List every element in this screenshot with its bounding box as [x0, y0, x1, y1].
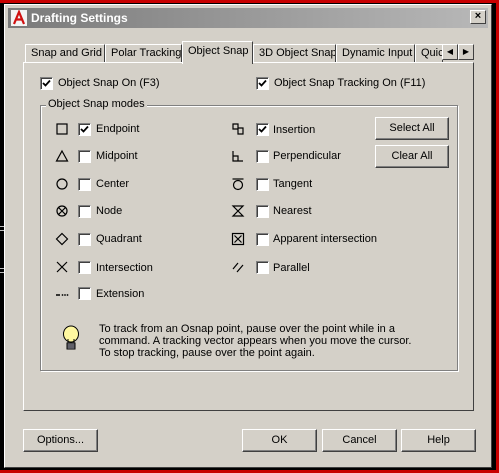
select-all-label: Select All — [389, 122, 435, 134]
center-checkbox[interactable] — [78, 178, 91, 191]
insertion-checkbox[interactable] — [256, 123, 269, 136]
extension-label: Extension — [96, 288, 145, 300]
tab-label: Quic — [421, 47, 443, 59]
nearest-checkbox[interactable] — [256, 205, 269, 218]
tab-3d-object-snap[interactable]: 3D Object Snap — [253, 44, 336, 62]
cancel-button[interactable]: Cancel — [322, 429, 397, 452]
ok-label: OK — [271, 434, 288, 446]
select-all-button[interactable]: Select All — [375, 117, 449, 140]
parallel-label: Parallel — [273, 262, 310, 274]
object-snap-tracking-on-checkbox[interactable] — [256, 77, 269, 90]
endpoint-square-icon — [56, 123, 68, 135]
help-label: Help — [427, 434, 450, 446]
tip-line: To track from an Osnap point, pause over… — [99, 323, 395, 335]
endpoint-checkbox[interactable] — [78, 123, 91, 136]
perpendicular-icon — [232, 151, 243, 162]
midpoint-checkbox[interactable] — [78, 150, 91, 163]
tab-label: Dynamic Input — [342, 47, 413, 59]
close-icon: × — [474, 10, 482, 22]
nearest-hourglass-icon — [231, 205, 245, 217]
object-snap-modes-legend: Object Snap modes — [46, 98, 147, 110]
window-frame-red-top — [0, 0, 499, 3]
options-label: Options... — [36, 434, 85, 446]
endpoint-label: Endpoint — [96, 123, 140, 135]
parallel-checkbox[interactable] — [256, 261, 269, 274]
cancel-label: Cancel — [342, 434, 377, 446]
center-label: Center — [96, 178, 130, 190]
tab-polar-tracking[interactable]: Polar Tracking — [105, 44, 182, 62]
quadrant-diamond-icon — [55, 232, 69, 246]
close-button[interactable]: × — [470, 10, 486, 24]
lightbulb-icon — [63, 325, 79, 350]
chevron-left-icon: ◀ — [446, 47, 454, 56]
tab-label: Polar Tracking — [111, 47, 182, 59]
tab-object-snap[interactable]: Object Snap — [182, 41, 253, 64]
clear-all-label: Clear All — [391, 150, 433, 162]
tangent-icon — [232, 178, 244, 191]
autocad-a-icon — [11, 10, 27, 26]
parallel-icon — [232, 262, 244, 273]
node-label: Node — [96, 205, 123, 217]
tangent-checkbox[interactable] — [256, 178, 269, 191]
title-bar[interactable]: Drafting Settings × — [8, 8, 488, 28]
clear-all-button[interactable]: Clear All — [375, 145, 449, 168]
tab-label: Object Snap — [188, 45, 249, 57]
extension-icon — [56, 294, 69, 296]
insertion-label: Insertion — [273, 124, 316, 136]
check-icon — [80, 125, 89, 133]
quadrant-label: Quadrant — [96, 233, 142, 245]
tab-scroll-right-button[interactable]: ▶ — [458, 44, 474, 60]
center-circle-icon — [56, 178, 68, 190]
tangent-label: Tangent — [273, 178, 313, 190]
check-icon — [258, 79, 267, 87]
options-button[interactable]: Options... — [23, 429, 98, 452]
tab-label: Snap and Grid — [31, 47, 102, 59]
tab-scroll-left-button[interactable]: ◀ — [442, 44, 458, 60]
tip-line: To stop tracking, pause over the point a… — [99, 347, 315, 359]
apparent-intersection-icon — [231, 232, 245, 246]
intersection-checkbox[interactable] — [78, 261, 91, 274]
check-icon — [42, 79, 51, 87]
tab-snap-and-grid[interactable]: Snap and Grid — [25, 44, 105, 62]
check-icon — [258, 125, 267, 133]
help-button[interactable]: Help — [401, 429, 476, 452]
quadrant-checkbox[interactable] — [78, 233, 91, 246]
intersection-x-icon — [56, 261, 68, 273]
ok-button[interactable]: OK — [242, 429, 317, 452]
tab-dynamic-input[interactable]: Dynamic Input — [336, 44, 415, 62]
tab-label: 3D Object Snap — [259, 47, 336, 59]
nearest-label: Nearest — [273, 205, 312, 217]
tracking-tip-text: To track from an Osnap point, pause over… — [99, 323, 439, 359]
node-icon — [56, 205, 68, 217]
window-title: Drafting Settings — [31, 11, 128, 25]
node-checkbox[interactable] — [78, 205, 91, 218]
apparent-intersection-label: Apparent intersection — [273, 233, 377, 245]
perpendicular-checkbox[interactable] — [256, 150, 269, 163]
insertion-icon — [232, 123, 244, 135]
apparent-intersection-checkbox[interactable] — [256, 233, 269, 246]
object-snap-on-label: Object Snap On (F3) — [58, 77, 160, 89]
tip-line: command. A tracking vector appears when … — [99, 335, 412, 347]
chevron-right-icon: ▶ — [462, 47, 470, 56]
midpoint-triangle-icon — [55, 149, 69, 162]
tab-quick-properties[interactable]: Quic — [415, 44, 443, 62]
object-snap-tracking-on-label: Object Snap Tracking On (F11) — [274, 77, 426, 89]
object-snap-on-checkbox[interactable] — [40, 77, 53, 90]
perpendicular-label: Perpendicular — [273, 150, 341, 162]
extension-checkbox[interactable] — [78, 287, 91, 300]
intersection-label: Intersection — [96, 262, 153, 274]
midpoint-label: Midpoint — [96, 150, 138, 162]
